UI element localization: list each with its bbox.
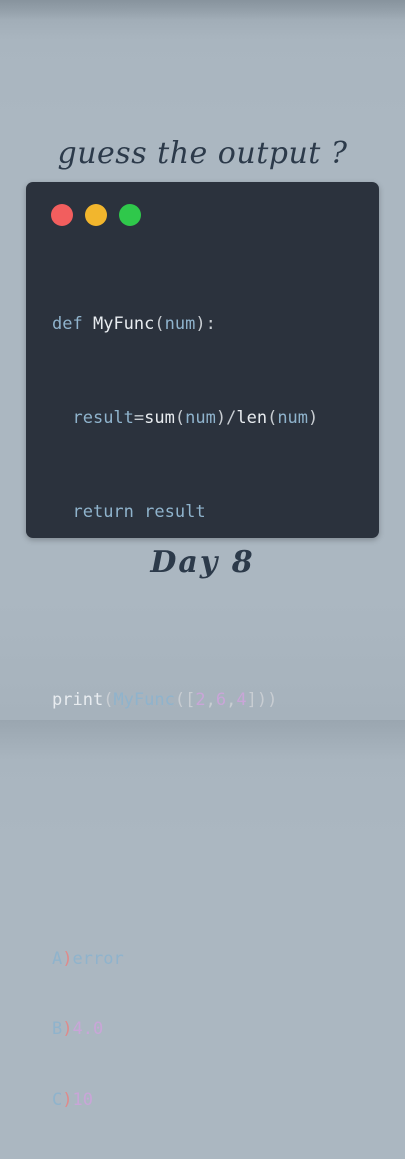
- code-line-1: def MyFunc(num):: [52, 313, 318, 337]
- option-paren: ): [62, 1019, 73, 1039]
- print-fn: print: [52, 690, 104, 710]
- keyword-def: def: [52, 314, 83, 334]
- close-dot-icon[interactable]: [51, 204, 73, 226]
- option-letter: C: [52, 1089, 63, 1110]
- code-line-3: return result: [52, 501, 318, 525]
- param-name: num: [164, 314, 196, 334]
- function-name: MyFunc: [92, 314, 155, 334]
- num-arg: num: [185, 408, 216, 428]
- number: 4: [236, 690, 247, 710]
- option-paren: ): [62, 1089, 73, 1110]
- code-block: def MyFunc(num): result=sum(num)/len(num…: [52, 266, 318, 1159]
- sum-fn: sum: [144, 408, 175, 428]
- code-line-5: print(MyFunc([2,6,4])): [52, 689, 318, 713]
- code-line-2: result=sum(num)/len(num): [52, 407, 318, 431]
- option-text: 10: [72, 1089, 93, 1110]
- divide: /: [226, 408, 237, 428]
- paren-close: ):: [195, 314, 216, 334]
- paren: )): [256, 690, 278, 710]
- paren: (: [103, 690, 114, 710]
- maximize-dot-icon[interactable]: [119, 204, 141, 226]
- option-b[interactable]: B)4.0: [52, 1018, 318, 1042]
- paren: ): [308, 408, 319, 428]
- result-var: result: [72, 408, 134, 428]
- paren: (: [174, 690, 186, 710]
- len-fn: len: [236, 408, 268, 428]
- option-a[interactable]: A)error: [52, 948, 318, 972]
- option-text: 4.0: [72, 1019, 104, 1039]
- return-value: result: [144, 502, 206, 522]
- bracket: ]: [246, 690, 257, 710]
- option-letter: B: [52, 1019, 63, 1039]
- keyword-return: return: [72, 502, 134, 522]
- call-name: MyFunc: [113, 690, 175, 710]
- option-c[interactable]: C)10: [52, 1089, 318, 1113]
- day-label: Day 8: [150, 545, 255, 580]
- option-paren: ): [62, 948, 73, 969]
- paren: ): [215, 408, 227, 428]
- paren: (: [267, 408, 278, 428]
- headline: guess the output ?: [57, 136, 348, 171]
- equals: =: [133, 408, 145, 428]
- minimize-dot-icon[interactable]: [85, 204, 107, 226]
- comma: ,: [226, 690, 237, 710]
- code-window: def MyFunc(num): result=sum(num)/len(num…: [26, 182, 379, 1110]
- num-arg: num: [277, 408, 309, 428]
- comma: ,: [205, 690, 216, 710]
- option-text: error: [72, 948, 124, 969]
- number: 6: [215, 690, 227, 710]
- paren: (: [174, 408, 186, 428]
- top-shadow: [0, 0, 405, 20]
- paren-open: (: [154, 314, 165, 334]
- window-controls: [51, 204, 141, 226]
- option-letter: A: [52, 948, 63, 969]
- bracket: [: [185, 690, 196, 710]
- number: 2: [195, 690, 206, 710]
